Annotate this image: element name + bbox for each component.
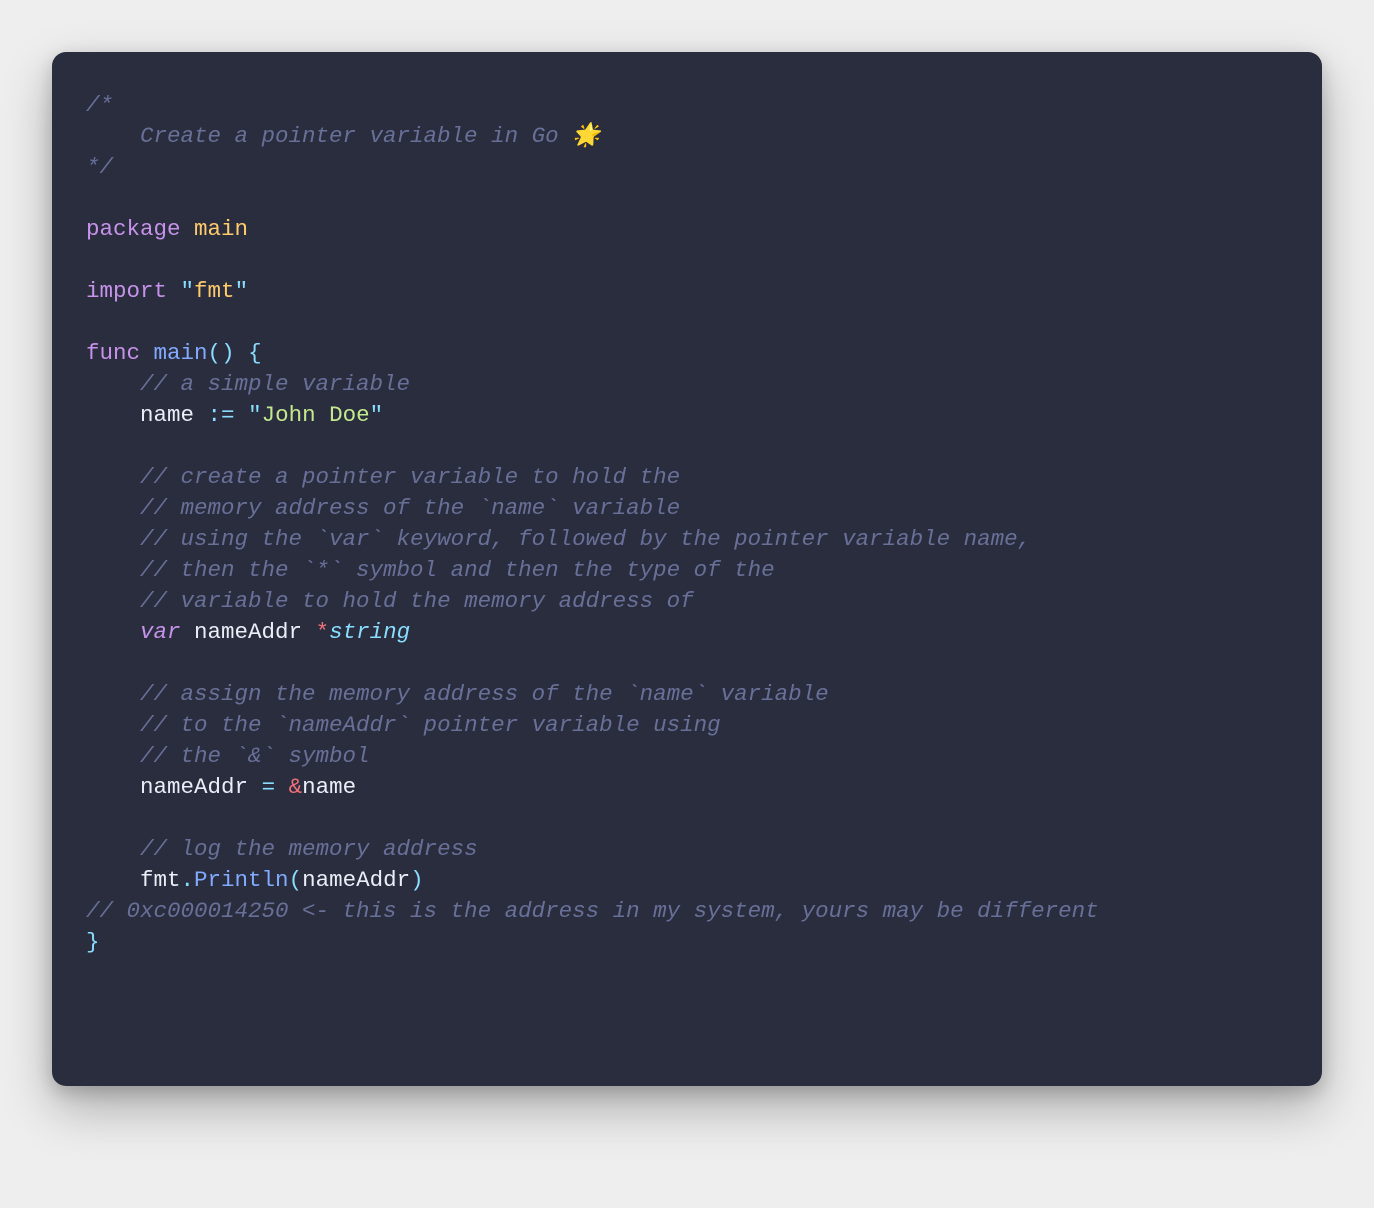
code-identifier: nameAddr (140, 774, 248, 800)
code-punctuation: } (86, 929, 100, 955)
code-string: fmt (194, 278, 235, 304)
code-identifier: name (302, 774, 356, 800)
code-comment: // the `&` symbol (140, 743, 370, 769)
code-operator: & (289, 774, 303, 800)
code-comment: Create a pointer variable in Go 🌟 (86, 123, 600, 149)
code-operator: := (208, 402, 235, 428)
code-punctuation: " (248, 402, 262, 428)
code-keyword: var (140, 619, 181, 645)
code-punctuation: ) (410, 867, 424, 893)
code-type: string (329, 619, 410, 645)
code-identifier: nameAddr (302, 867, 410, 893)
code-comment: // memory address of the `name` variable (140, 495, 680, 521)
code-punctuation: ( (289, 867, 303, 893)
code-punctuation: { (248, 340, 262, 366)
code-comment: /* (86, 92, 113, 118)
code-identifier: nameAddr (194, 619, 302, 645)
code-identifier: main (194, 216, 248, 242)
code-block: /* Create a pointer variable in Go 🌟 */ … (86, 90, 1288, 958)
code-comment: // 0xc000014250 <- this is the address i… (86, 898, 1099, 924)
code-comment: // assign the memory address of the `nam… (140, 681, 829, 707)
code-punctuation: ( (208, 340, 222, 366)
code-operator: * (316, 619, 330, 645)
code-keyword: func (86, 340, 140, 366)
code-keyword: package (86, 216, 181, 242)
code-comment: // to the `nameAddr` pointer variable us… (140, 712, 721, 738)
code-identifier: fmt (140, 867, 181, 893)
code-punctuation: . (181, 867, 195, 893)
code-func-call: Println (194, 867, 289, 893)
code-punctuation: " (370, 402, 384, 428)
code-punctuation: ) (221, 340, 235, 366)
code-comment: // create a pointer variable to hold the (140, 464, 680, 490)
code-keyword: import (86, 278, 167, 304)
code-operator: = (262, 774, 276, 800)
code-comment: // log the memory address (140, 836, 478, 862)
code-comment: // then the `*` symbol and then the type… (140, 557, 775, 583)
code-comment: */ (86, 154, 113, 180)
code-comment: // using the `var` keyword, followed by … (140, 526, 1031, 552)
code-func-name: main (154, 340, 208, 366)
code-punctuation: " (235, 278, 249, 304)
code-card: /* Create a pointer variable in Go 🌟 */ … (52, 52, 1322, 1086)
code-string: John Doe (262, 402, 370, 428)
code-comment: // a simple variable (140, 371, 410, 397)
code-comment: // variable to hold the memory address o… (140, 588, 694, 614)
code-identifier: name (140, 402, 194, 428)
code-punctuation: " (181, 278, 195, 304)
